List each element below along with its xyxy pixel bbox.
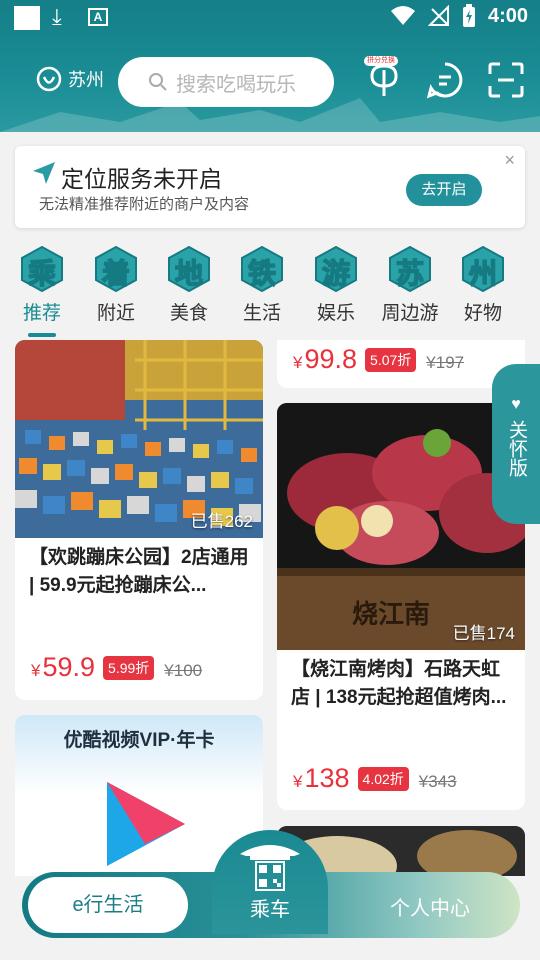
message-icon[interactable] — [425, 60, 465, 100]
active-tab-indicator — [28, 333, 56, 337]
price-value: 59.9 — [42, 652, 96, 682]
sold-count: 已售174 — [452, 624, 515, 643]
notification-icon — [14, 6, 40, 30]
tab-label: 推荐 — [22, 303, 61, 324]
bbq-image: 烧江南 已售174 — [277, 403, 525, 650]
original-price: ¥100 — [164, 661, 203, 680]
tab-label: 娱乐 — [316, 303, 355, 324]
tab-goods[interactable]: 州 好物 — [447, 246, 519, 325]
wifi-icon — [390, 6, 415, 25]
search-input[interactable]: 搜索吃喝玩乐 — [118, 57, 334, 107]
tab-nearby[interactable]: 着 附近 — [80, 246, 152, 325]
tab-label: 周边游 — [381, 303, 439, 324]
price-value: 138 — [304, 763, 350, 793]
tab-glyph: 州 — [468, 257, 498, 290]
heart-icon: ♥ — [511, 396, 521, 413]
box-brand-text: 烧江南 — [352, 600, 430, 630]
tab-label: 好物 — [463, 303, 502, 324]
price-row: ¥ 99.8 5.07折 ¥197 — [293, 344, 464, 375]
download-icon: ⤓ — [52, 4, 62, 29]
tab-entertainment[interactable]: 游 娱乐 — [300, 246, 372, 325]
product-card[interactable]: 烧江南 已售174 【烧江南烤肉】石路天虹店 | 138元起抢超值烤肉... ¥… — [277, 403, 525, 810]
tab-nearby-tour[interactable]: 苏 周边游 — [374, 246, 446, 325]
currency-symbol: ¥ — [31, 661, 41, 680]
location-prompt-title: 定位服务未开启 — [61, 166, 222, 192]
location-prompt-subtitle: 无法精准推荐附近的商户及内容 — [39, 196, 250, 213]
youku-banner-title: 优酷视频VIP·年卡 — [63, 730, 215, 751]
tab-glyph: 着 — [101, 257, 131, 290]
price-value: 99.8 — [304, 344, 358, 374]
city-label: 苏州 — [68, 70, 104, 90]
tab-label: 美食 — [169, 303, 208, 324]
search-placeholder: 搜索吃喝玩乐 — [176, 73, 296, 96]
signal-icon — [427, 5, 449, 26]
currency-symbol: ¥ — [293, 353, 303, 372]
navigation-arrow-icon — [33, 162, 55, 184]
location-prompt-card: 定位服务未开启 无法精准推荐附近的商户及内容 去开启 × — [15, 146, 525, 228]
grilled-meat-illustration: 烧江南 — [277, 403, 525, 650]
status-bar: ⤓ A 4:00 — [0, 0, 540, 36]
tab-food[interactable]: 地 美食 — [153, 246, 225, 325]
tab-glyph: 苏 — [395, 257, 425, 290]
care-mode-label: 关怀版 — [506, 420, 527, 477]
tab-glyph: 铁 — [247, 257, 277, 290]
sold-count: 已售262 — [190, 512, 253, 531]
city-selector[interactable]: 苏州 — [36, 66, 104, 92]
clock: 4:00 — [487, 4, 528, 27]
tab-life[interactable]: 铁 生活 — [226, 246, 298, 325]
product-card[interactable]: 已售262 【欢跳蹦床公园】2店通用 | 59.9元起抢蹦床公... ¥ 59.… — [15, 340, 263, 700]
price-row: ¥ 59.9 5.99折 ¥100 — [31, 652, 202, 683]
nav-personal-center[interactable]: 个人中心 — [390, 892, 470, 921]
discount-badge: 5.99折 — [103, 656, 155, 680]
search-icon — [149, 73, 167, 91]
scan-icon[interactable] — [486, 60, 526, 100]
tab-recommend[interactable]: 乘 推荐 — [6, 246, 78, 337]
trampoline-image: 已售262 — [15, 340, 263, 538]
tab-label: 生活 — [242, 303, 281, 324]
discount-badge: 5.07折 — [365, 348, 417, 372]
price-row: ¥ 138 4.02折 ¥343 — [293, 763, 457, 794]
header-bar: ⤓ A 4:00 苏州 搜索吃喝玩乐 拼分兑换 — [0, 0, 540, 132]
nav-ride-label: 乘车 — [250, 899, 290, 921]
currency-symbol: ¥ — [293, 772, 303, 791]
close-icon[interactable]: × — [504, 150, 515, 171]
points-badge: 拼分兑换 — [364, 56, 398, 66]
care-mode-tab[interactable]: ♥ 关怀版 — [492, 364, 540, 524]
discount-badge: 4.02折 — [357, 767, 409, 791]
tab-glyph: 游 — [321, 257, 351, 290]
category-tabs: 乘 推荐 着 附近 地 美食 铁 生活 游 娱乐 苏 周边游 州 好物 — [0, 246, 540, 340]
tab-glyph: 地 — [174, 257, 204, 290]
product-title: 【烧江南烤肉】石路天虹店 | 138元起抢超值烤肉... — [291, 659, 507, 708]
battery-icon — [462, 4, 475, 27]
qr-pavilion-icon — [240, 845, 300, 891]
original-price: ¥343 — [418, 772, 457, 791]
product-feed: ¥ 99.8 5.07折 ¥197 已售262 【欢跳蹦床公园】2店通用 | 5… — [0, 340, 540, 876]
app-icon: A — [88, 8, 108, 26]
tab-label: 附近 — [96, 303, 135, 324]
points-redeem-icon[interactable] — [364, 60, 404, 100]
location-pin-icon — [36, 66, 62, 92]
tab-glyph: 乘 — [27, 257, 57, 290]
enable-location-button[interactable]: 去开启 — [406, 174, 482, 206]
original-price: ¥197 — [426, 353, 465, 372]
nav-e-life[interactable]: e行生活 — [28, 877, 188, 933]
product-card[interactable]: ¥ 99.8 5.07折 ¥197 — [277, 340, 525, 388]
product-title: 【欢跳蹦床公园】2店通用 | 59.9元起抢蹦床公... — [29, 547, 249, 596]
